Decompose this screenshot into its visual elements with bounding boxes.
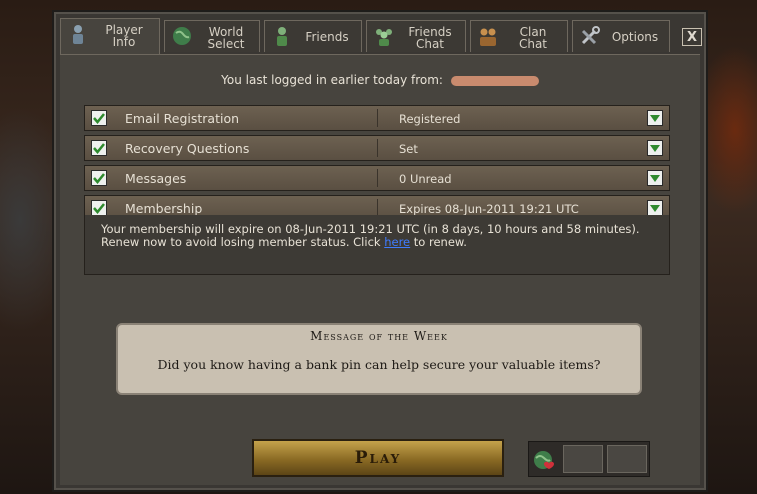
- row-messages[interactable]: Messages 0 Unread: [84, 165, 670, 191]
- last-login-line: You last logged in earlier today from:: [60, 73, 700, 87]
- tab-player-info[interactable]: Player Info: [60, 18, 160, 54]
- redacted-ip: [450, 75, 539, 86]
- row-label: Membership: [125, 201, 203, 216]
- tab-label: Options: [611, 30, 659, 44]
- row-label: Messages: [125, 171, 187, 186]
- tab-label: Clan Chat: [518, 25, 548, 51]
- check-icon: [91, 140, 107, 156]
- last-login-text: You last logged in earlier today from:: [221, 73, 443, 87]
- player-icon: [67, 23, 89, 45]
- tab-bar: Player Info World Select Friends Friends…: [60, 18, 702, 54]
- play-button[interactable]: Play: [252, 439, 504, 477]
- membership-details: Your membership will expire on 08-Jun-20…: [84, 215, 670, 275]
- message-of-the-week: Message of the Week Did you know having …: [116, 323, 642, 395]
- row-email-registration[interactable]: Email Registration Registered: [84, 105, 670, 131]
- globe-heart-icon[interactable]: [532, 448, 558, 472]
- tab-label: World Select: [207, 25, 245, 51]
- dropdown-arrow-icon[interactable]: [647, 170, 663, 186]
- dropdown-arrow-icon[interactable]: [647, 110, 663, 126]
- tab-label: Friends Chat: [408, 25, 452, 51]
- dropdown-arrow-icon[interactable]: [647, 140, 663, 156]
- motw-text: Did you know having a bank pin can help …: [157, 357, 601, 372]
- dropdown-arrow-icon[interactable]: [647, 200, 663, 216]
- check-icon: [91, 110, 107, 126]
- empty-slot[interactable]: [563, 445, 603, 473]
- row-value: Set: [399, 142, 418, 156]
- empty-slot[interactable]: [607, 445, 647, 473]
- tab-label: Friends: [305, 30, 349, 44]
- tab-label: Player Info: [105, 23, 143, 49]
- player-info-panel: You last logged in earlier today from: E…: [60, 54, 700, 485]
- tools-icon: [579, 25, 601, 47]
- globe-icon: [171, 25, 193, 47]
- motw-title: Message of the Week: [310, 329, 448, 343]
- tab-world-select[interactable]: World Select: [164, 20, 260, 52]
- login-lobby-window: Player Info World Select Friends Friends…: [52, 10, 708, 492]
- friends-chat-icon: [373, 25, 395, 47]
- row-value: Expires 08-Jun-2011 19:21 UTC: [399, 202, 579, 216]
- friends-icon: [271, 25, 293, 47]
- row-label: Recovery Questions: [125, 141, 250, 156]
- quick-slots: [528, 441, 650, 477]
- check-icon: [91, 170, 107, 186]
- row-label: Email Registration: [125, 111, 240, 126]
- tab-options[interactable]: Options: [572, 20, 670, 52]
- renew-link[interactable]: here: [384, 235, 410, 249]
- tab-clan-chat[interactable]: Clan Chat: [470, 20, 568, 52]
- close-button[interactable]: X: [682, 28, 702, 46]
- clan-chat-icon: [477, 25, 499, 47]
- tab-friends[interactable]: Friends: [264, 20, 362, 52]
- divider: [377, 139, 378, 157]
- tab-friends-chat[interactable]: Friends Chat: [366, 20, 466, 52]
- row-value: Registered: [399, 112, 461, 126]
- row-value: 0 Unread: [399, 172, 452, 186]
- membership-text: Your membership will expire on 08-Jun-20…: [101, 222, 640, 249]
- divider: [377, 109, 378, 127]
- check-icon: [91, 200, 107, 216]
- row-recovery-questions[interactable]: Recovery Questions Set: [84, 135, 670, 161]
- membership-text-end: to renew.: [410, 235, 467, 249]
- divider: [377, 169, 378, 187]
